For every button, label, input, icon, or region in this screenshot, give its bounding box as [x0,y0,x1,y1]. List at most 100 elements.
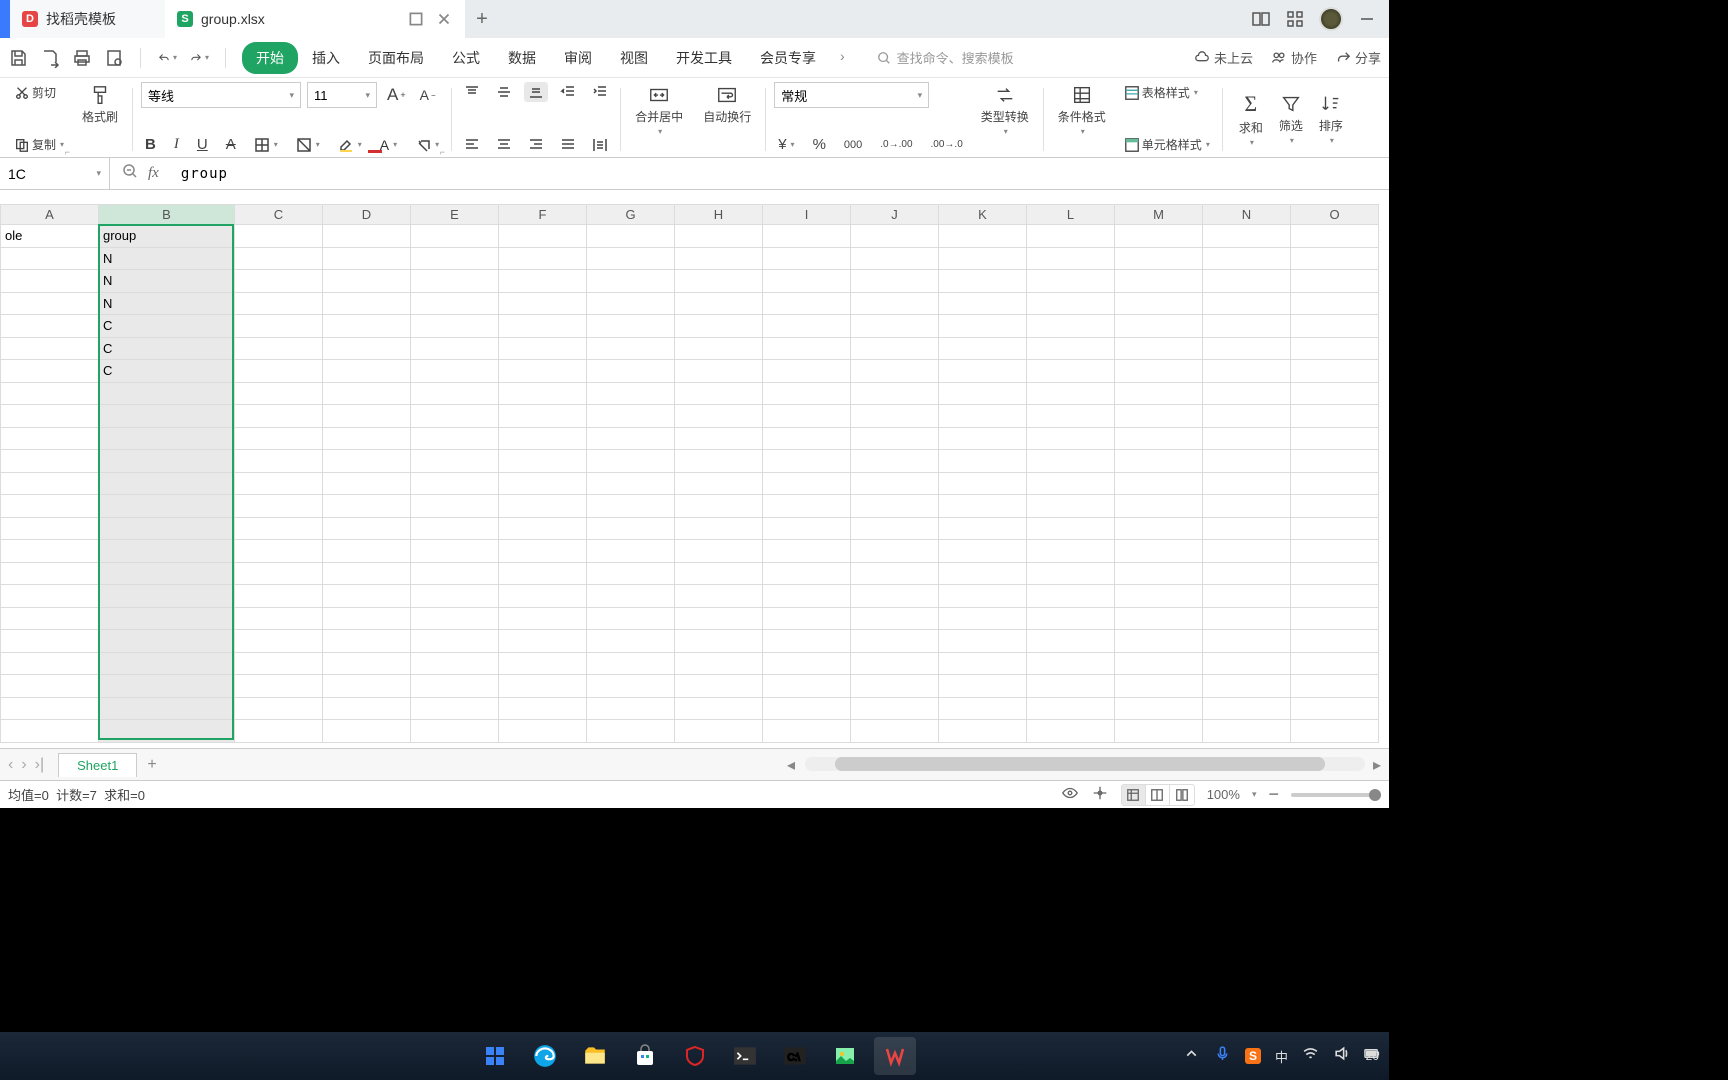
ime-icon[interactable]: 中 [1275,1047,1288,1066]
align-right-icon[interactable] [524,135,548,155]
collapse-icon[interactable] [122,163,138,184]
decrease-indent-icon[interactable] [556,82,580,102]
mic-icon[interactable] [1214,1045,1231,1067]
minimize-icon[interactable] [1357,9,1377,29]
zoom-out-button[interactable]: − [1268,784,1279,805]
dialog-launcher-icon[interactable]: ⌐ [440,147,445,157]
font-name-select[interactable]: 等线▾ [141,82,301,108]
clear-icon[interactable] [411,135,443,155]
spreadsheet-grid[interactable]: ABCDEFGHIJKLMNO olegroupNNNCCC [0,190,1389,748]
wps-icon[interactable] [874,1037,916,1075]
font-color-icon[interactable]: A [376,135,401,155]
tab-view[interactable]: 视图 [606,42,662,74]
align-bottom-icon[interactable] [524,82,548,102]
close-icon[interactable] [435,10,453,28]
type-convert-button[interactable]: 类型转换 [975,82,1035,138]
preview-icon[interactable] [104,48,124,68]
number-format-select[interactable]: 常规▾ [774,82,929,108]
tab-devtools[interactable]: 开发工具 [662,42,746,74]
tab-layout[interactable]: 页面布局 [354,42,438,74]
table-style-button[interactable]: 表格样式 [1120,82,1202,103]
tab-review[interactable]: 审阅 [550,42,606,74]
tab-member[interactable]: 会员专享 [746,42,830,74]
sort-button[interactable]: 排序 [1311,91,1351,147]
volume-icon[interactable] [1333,1045,1350,1067]
share-button[interactable]: 分享 [1335,48,1381,67]
explorer-icon[interactable] [574,1037,616,1075]
start-button[interactable] [474,1037,516,1075]
sogou-icon[interactable]: S [1245,1047,1261,1065]
sheet-last-icon[interactable]: ›| [33,754,46,776]
wrap-text-button[interactable]: 自动换行 [697,82,757,127]
wifi-icon[interactable] [1302,1045,1319,1067]
italic-icon[interactable]: I [170,134,183,155]
view-page-icon[interactable] [1146,785,1170,805]
comma-icon[interactable]: 000 [840,137,866,153]
sum-button[interactable]: Σ求和 [1231,89,1271,149]
font-size-select[interactable]: 11▾ [307,82,377,108]
tray-expand-icon[interactable] [1183,1045,1200,1067]
horizontal-scrollbar[interactable] [805,757,1365,771]
sheet-prev-icon[interactable]: ‹ [6,754,15,776]
cell-style-button[interactable]: 单元格样式 [1120,134,1214,155]
formula-content[interactable]: group [171,166,238,182]
merge-cells-button[interactable]: 合并居中 [629,82,689,138]
save-as-icon[interactable] [40,48,60,68]
undo-icon[interactable] [157,48,177,68]
sheet-tab[interactable]: Sheet1 [58,753,137,777]
bold-icon[interactable]: B [141,134,160,155]
tab-formula[interactable]: 公式 [438,42,494,74]
focus-icon[interactable] [1091,784,1109,805]
cmd-icon[interactable]: C:\ [774,1037,816,1075]
clock[interactable]: 20 [1366,1049,1379,1063]
dialog-launcher-icon[interactable]: ⌐ [65,147,70,157]
shrink-font-icon[interactable]: A− [416,85,440,105]
fx-icon[interactable]: fx [148,165,159,182]
cell-fill-icon[interactable] [292,135,324,155]
tab-insert[interactable]: 插入 [298,42,354,74]
border-icon[interactable] [250,135,282,155]
copy-button[interactable]: 复制 [10,134,68,155]
image-app-icon[interactable] [824,1037,866,1075]
zoom-level[interactable]: 100% [1207,787,1240,802]
terminal-icon[interactable] [724,1037,766,1075]
view-normal-icon[interactable] [1122,785,1146,805]
tab-file-active[interactable]: S group.xlsx [165,0,465,38]
add-sheet-button[interactable]: + [137,752,166,778]
strike-icon[interactable]: A [222,134,240,155]
mcafee-icon[interactable] [674,1037,716,1075]
filter-button[interactable]: 筛选 [1271,91,1311,147]
underline-icon[interactable]: U [193,134,212,155]
sheet-next-icon[interactable]: › [19,754,28,776]
search-input[interactable]: 查找命令、搜索模板 [869,44,1079,71]
conditional-format-button[interactable]: 条件格式 [1052,82,1112,138]
store-icon[interactable] [624,1037,666,1075]
save-icon[interactable] [8,48,28,68]
increase-decimal-icon[interactable]: .0→.00 [876,137,916,152]
justify-icon[interactable] [556,135,580,155]
print-icon[interactable] [72,48,92,68]
edge-icon[interactable] [524,1037,566,1075]
reading-mode-icon[interactable] [1251,9,1271,29]
view-break-icon[interactable] [1170,785,1194,805]
percent-icon[interactable]: % [809,134,830,155]
apps-icon[interactable] [1285,9,1305,29]
tab-more[interactable]: › [830,42,855,74]
scroll-left-icon[interactable]: ◂ [783,757,799,773]
tab-window-icon[interactable] [407,10,425,28]
eye-icon[interactable] [1061,784,1079,805]
align-center-icon[interactable] [492,135,516,155]
distribute-icon[interactable] [588,135,612,155]
align-middle-icon[interactable] [492,82,516,102]
cloud-button[interactable]: 未上云 [1194,48,1253,67]
increase-indent-icon[interactable] [588,82,612,102]
grow-font-icon[interactable]: A+ [383,83,410,107]
highlight-icon[interactable] [334,135,366,155]
align-left-icon[interactable] [460,135,484,155]
format-painter-button[interactable]: 格式刷 [76,82,124,127]
tab-home[interactable]: 开始 [242,42,298,74]
currency-icon[interactable]: ¥ [774,134,798,155]
redo-icon[interactable] [189,48,209,68]
tab-data[interactable]: 数据 [494,42,550,74]
cut-button[interactable]: 剪切 [10,82,60,103]
